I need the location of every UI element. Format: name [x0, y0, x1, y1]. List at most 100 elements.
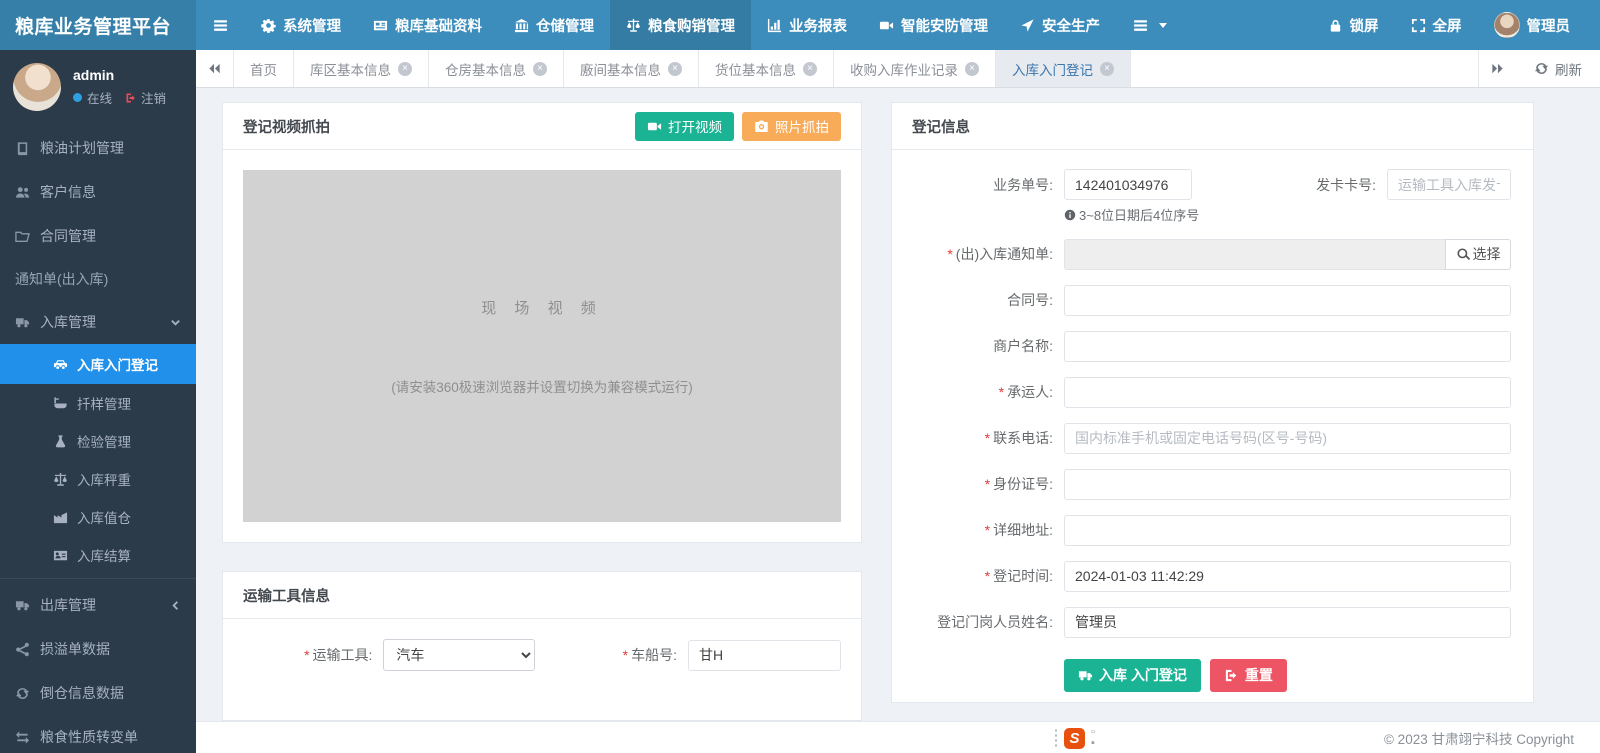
refresh-icon [15, 686, 30, 701]
register-time-input[interactable] [1064, 561, 1511, 592]
logout-button[interactable]: 注销 [125, 88, 166, 107]
sidebar-item-storing[interactable]: 入库值仓 [0, 498, 196, 536]
tab-warehouse-info[interactable]: 仓房基本信息 × [429, 50, 564, 87]
idcard-input[interactable] [1064, 469, 1511, 500]
ime-logo-icon: S [1064, 728, 1085, 749]
sidebar-item-sampling[interactable]: 扦样管理 [0, 384, 196, 422]
user-menu[interactable]: 管理员 [1478, 0, 1587, 50]
notice-select-button[interactable]: 选择 [1445, 239, 1511, 270]
required-mark: * [623, 647, 628, 663]
sidebar-item-entry-register[interactable]: 入库入门登记 [0, 344, 196, 384]
required-mark: * [985, 522, 990, 538]
close-icon[interactable]: × [965, 62, 979, 76]
tabs-scroll-right-button[interactable] [1478, 50, 1516, 87]
sidebar-item-notices[interactable]: 通知单(出入库) [0, 258, 196, 300]
sidebar-item-grain-nature-change[interactable]: 粮食性质转变单 [0, 715, 196, 753]
nav-item-security[interactable]: 智能安防管理 [863, 0, 1004, 50]
vehicle-type-select[interactable]: 汽车 [383, 639, 534, 671]
phone-input[interactable] [1064, 423, 1511, 454]
sidebar-item-label: 粮油计划管理 [40, 138, 124, 158]
nav-item-safety[interactable]: 安全生产 [1004, 0, 1116, 50]
copyright-text: © 2023 甘肃翊宁科技 Copyright [1384, 728, 1600, 748]
carrier-input[interactable] [1064, 377, 1511, 408]
sidebar-item-weighing[interactable]: 入库秤重 [0, 460, 196, 498]
sidebar-item-label: 客户信息 [40, 182, 96, 202]
sidebar-item-customers[interactable]: 客户信息 [0, 170, 196, 214]
required-mark: * [985, 568, 990, 584]
panel-title: 登记信息 [912, 116, 970, 137]
sidebar-item-silo-transfer[interactable]: 倒仓信息数据 [0, 671, 196, 715]
close-icon[interactable]: × [668, 62, 682, 76]
balance-scale-icon [53, 472, 68, 487]
nav-item-reports[interactable]: 业务报表 [751, 0, 863, 50]
sidebar-item-inbound[interactable]: 入库管理 [0, 300, 196, 344]
nav-more-dropdown[interactable] [1116, 0, 1183, 50]
nav-item-grain-trade[interactable]: 粮食购销管理 [610, 0, 751, 50]
sidebar-item-contracts[interactable]: 合同管理 [0, 214, 196, 258]
plate-number-input[interactable] [688, 640, 841, 671]
sidebar-item-grain-plan[interactable]: 粮油计划管理 [0, 126, 196, 170]
flask-icon [53, 434, 68, 449]
card-no-input[interactable] [1387, 169, 1511, 200]
expand-icon [1411, 18, 1426, 33]
nav-item-label: 智能安防管理 [901, 15, 988, 36]
tab-home[interactable]: 首页 [234, 50, 294, 87]
close-icon[interactable]: × [1100, 62, 1114, 76]
video-capture-panel: 登记视频抓拍 打开视频 照片抓拍 [222, 102, 862, 543]
close-icon[interactable]: × [533, 62, 547, 76]
notice-input [1064, 239, 1445, 270]
lock-screen-label: 锁屏 [1350, 15, 1379, 36]
sidebar-toggle-button[interactable] [196, 0, 245, 50]
panel-title: 登记视频抓拍 [243, 116, 330, 137]
required-mark: * [985, 430, 990, 446]
sidebar-item-label: 入库结算 [77, 545, 131, 565]
reset-button[interactable]: 重置 [1210, 659, 1287, 692]
sidebar-item-gain-loss[interactable]: 损溢单数据 [0, 627, 196, 671]
submit-label: 入库 入门登记 [1099, 665, 1187, 685]
photo-snapshot-button[interactable]: 照片抓拍 [742, 112, 841, 141]
panel-title: 运输工具信息 [243, 585, 330, 606]
close-icon[interactable]: × [803, 62, 817, 76]
contract-input[interactable] [1064, 285, 1511, 316]
tab-granary-info[interactable]: 廒间基本信息 × [564, 50, 699, 87]
open-video-button[interactable]: 打开视频 [635, 112, 734, 141]
sidebar-item-settlement[interactable]: 入库结算 [0, 536, 196, 574]
page-content: 登记视频抓拍 打开视频 照片抓拍 [196, 88, 1600, 721]
tab-purchase-records[interactable]: 收购入库作业记录 × [834, 50, 996, 87]
newspaper-icon [373, 18, 388, 33]
lock-screen-button[interactable]: 锁屏 [1312, 0, 1395, 50]
refresh-button[interactable]: 刷新 [1516, 50, 1600, 87]
tab-depot-info[interactable]: 库区基本信息 × [294, 50, 429, 87]
nav-item-base-data[interactable]: 粮库基础资料 [357, 0, 498, 50]
sidebar-item-inspection[interactable]: 检验管理 [0, 422, 196, 460]
notice-label: *(出)入库通知单: [892, 244, 1064, 264]
logout-label: 注销 [141, 88, 166, 107]
sign-out-icon [1224, 668, 1239, 683]
app-brand: 粮库业务管理平台 [0, 0, 196, 50]
address-input[interactable] [1064, 515, 1511, 546]
tab-location-info[interactable]: 货位基本信息 × [699, 50, 834, 87]
nav-item-system[interactable]: 系统管理 [245, 0, 357, 50]
refresh-label: 刷新 [1555, 59, 1582, 79]
camera-icon [754, 119, 769, 134]
inbound-submenu: 入库入门登记 扦样管理 检验管理 入库秤重 入库值仓 [0, 344, 196, 574]
sidebar-item-label: 出库管理 [40, 595, 96, 615]
divider [0, 578, 196, 579]
nav-item-warehouse[interactable]: 仓储管理 [498, 0, 610, 50]
fullscreen-button[interactable]: 全屏 [1395, 0, 1478, 50]
biz-no-input[interactable] [1064, 169, 1192, 200]
ime-indicator[interactable]: S ▫▪ [1054, 727, 1095, 749]
merchant-input[interactable] [1064, 331, 1511, 362]
gatekeeper-input[interactable] [1064, 607, 1511, 638]
location-arrow-icon [1020, 18, 1035, 33]
ime-keyboard-icon: ▫▪ [1091, 727, 1095, 749]
sidebar-item-outbound[interactable]: 出库管理 [0, 583, 196, 627]
submit-entry-register-button[interactable]: 入库 入门登记 [1064, 659, 1201, 692]
info-circle-icon [1064, 209, 1076, 221]
video-camera-icon [879, 18, 894, 33]
plate-number-label: *车船号: [535, 645, 688, 665]
tabs-scroll-left-button[interactable] [196, 50, 234, 87]
close-icon[interactable]: × [398, 62, 412, 76]
gatekeeper-label: 登记门岗人员姓名: [892, 612, 1064, 632]
tab-entry-register[interactable]: 入库入门登记 × [996, 50, 1131, 87]
